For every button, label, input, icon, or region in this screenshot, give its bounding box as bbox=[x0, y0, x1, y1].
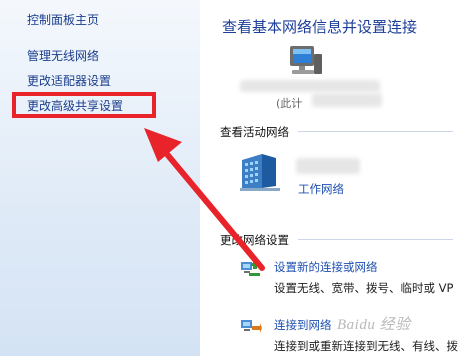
baidu-watermark: Baidu 经验 bbox=[337, 317, 411, 333]
red-arrow-annotation bbox=[144, 128, 265, 271]
